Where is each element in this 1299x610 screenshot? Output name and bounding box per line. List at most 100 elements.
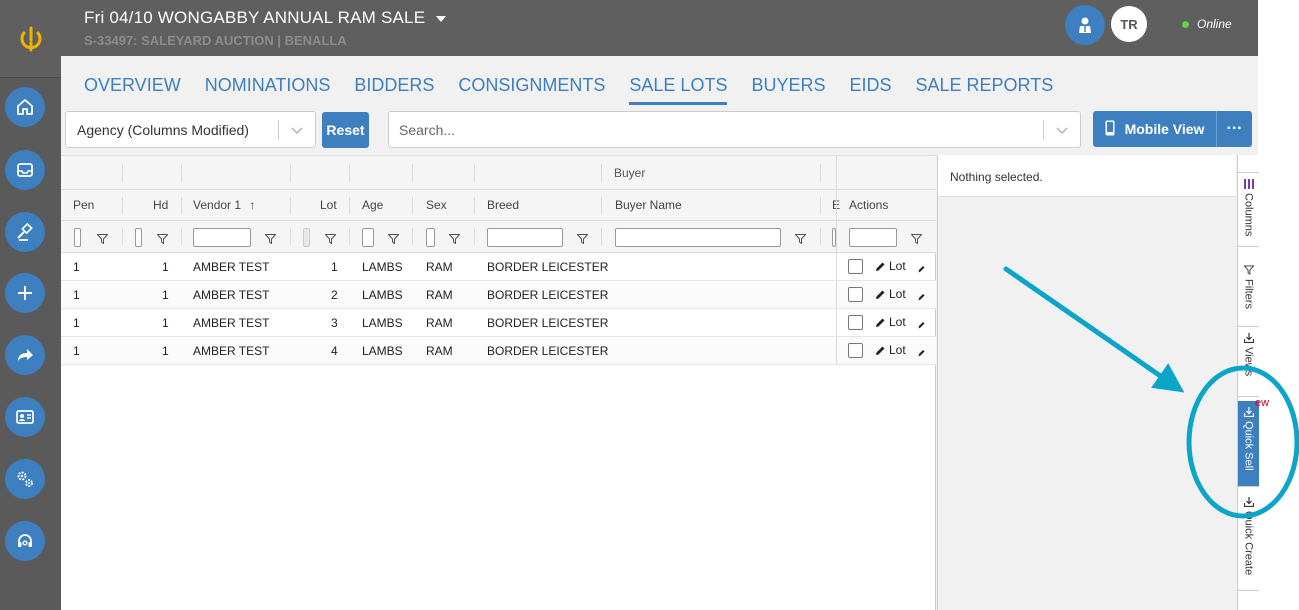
inbox-icon[interactable] xyxy=(5,150,45,190)
cell-age: LAMBS xyxy=(362,288,403,302)
header-breed[interactable]: Breed xyxy=(487,198,519,212)
age-filter-input[interactable] xyxy=(362,228,374,247)
filter-icon[interactable] xyxy=(910,231,923,249)
plus-icon[interactable] xyxy=(5,273,45,313)
cell-age: LAMBS xyxy=(362,344,403,358)
col-divider xyxy=(290,164,291,182)
settings-icon[interactable] xyxy=(5,459,45,499)
edit-lot-link[interactable]: Lot xyxy=(875,259,906,273)
pencil-icon[interactable] xyxy=(918,346,925,360)
more-options-button[interactable]: ··· xyxy=(1216,111,1252,147)
table-row[interactable]: 1 1 AMBER TEST 3 LAMBS RAM BORDER LEICES… xyxy=(61,309,936,337)
tab-bidders[interactable]: BIDDERS xyxy=(354,75,434,105)
filter-icon[interactable] xyxy=(794,231,807,249)
cell-lot: 1 xyxy=(331,260,338,274)
logo-icon[interactable] xyxy=(0,0,61,78)
support-icon[interactable] xyxy=(5,521,45,561)
side-tab-quick-sell[interactable]: Quick Sell xyxy=(1238,401,1259,487)
download-icon xyxy=(1243,497,1254,507)
tab-buyers[interactable]: BUYERS xyxy=(751,75,825,105)
filter-icon[interactable] xyxy=(96,231,109,249)
header-pen[interactable]: Pen xyxy=(73,198,94,212)
tab-sale-lots[interactable]: SALE LOTS xyxy=(629,75,728,105)
filter-icon[interactable] xyxy=(156,231,169,249)
side-tab-columns[interactable]: Columns xyxy=(1238,173,1259,247)
row-checkbox[interactable] xyxy=(848,259,863,274)
tab-nominations[interactable]: NOMINATIONS xyxy=(205,75,331,105)
side-tab-views[interactable]: Views xyxy=(1238,327,1259,397)
table-row[interactable]: 1 1 AMBER TEST 4 LAMBS RAM BORDER LEICES… xyxy=(61,337,936,365)
tab-consignments[interactable]: CONSIGNMENTS xyxy=(458,75,605,105)
left-rail xyxy=(0,0,61,610)
pinned-divider xyxy=(836,190,837,221)
tab-eids[interactable]: EIDS xyxy=(849,75,891,105)
table-row[interactable]: 1 1 AMBER TEST 1 LAMBS RAM BORDER LEICES… xyxy=(61,253,936,281)
row-checkbox[interactable] xyxy=(848,315,863,330)
chevron-down-icon[interactable] xyxy=(1055,123,1069,142)
edit-lot-label: Lot xyxy=(889,315,906,329)
row-checkbox[interactable] xyxy=(848,287,863,302)
header-buyer-name[interactable]: Buyer Name xyxy=(615,198,682,212)
cell-lot: 2 xyxy=(331,288,338,302)
id-card-icon[interactable] xyxy=(5,397,45,437)
filter-icon[interactable] xyxy=(264,231,277,249)
cell-hd: 1 xyxy=(162,316,169,330)
pencil-icon xyxy=(876,318,885,327)
download-icon xyxy=(1243,407,1254,417)
pencil-icon xyxy=(876,346,885,355)
edit-lot-link[interactable]: Lot xyxy=(875,343,906,357)
gavel-icon[interactable] xyxy=(5,212,45,252)
share-icon[interactable] xyxy=(5,335,45,375)
pencil-icon[interactable] xyxy=(918,290,925,304)
view-select[interactable]: Agency (Columns Modified) xyxy=(65,111,316,148)
filter-icon[interactable] xyxy=(387,231,400,249)
col-divider xyxy=(412,228,413,245)
cell-lot: 3 xyxy=(331,316,338,330)
hd-filter-input[interactable] xyxy=(135,228,142,247)
vendor-filter-input[interactable] xyxy=(193,228,251,247)
mobile-view-button[interactable]: Mobile View xyxy=(1093,111,1216,147)
table-row[interactable]: 1 1 AMBER TEST 2 LAMBS RAM BORDER LEICES… xyxy=(61,281,936,309)
col-divider xyxy=(412,164,413,182)
edit-lot-link[interactable]: Lot xyxy=(875,315,906,329)
tab-bar: OVERVIEW NOMINATIONS BIDDERS CONSIGNMENT… xyxy=(84,75,1053,105)
row-checkbox[interactable] xyxy=(848,343,863,358)
pinned-divider xyxy=(836,337,837,365)
filter-icon[interactable] xyxy=(576,231,589,249)
filter-icon[interactable] xyxy=(324,231,337,249)
col-divider xyxy=(290,228,291,245)
col-divider xyxy=(181,228,182,245)
header-age[interactable]: Age xyxy=(362,198,383,212)
header-lot[interactable]: Lot xyxy=(320,198,337,212)
col-divider xyxy=(122,164,123,182)
filter-icon[interactable] xyxy=(448,231,461,249)
breed-filter-input[interactable] xyxy=(487,228,563,247)
search-input[interactable] xyxy=(389,112,1029,147)
side-tab-quick-create[interactable]: Quick Create xyxy=(1238,491,1259,591)
pen-filter-input[interactable] xyxy=(74,228,81,247)
home-icon[interactable] xyxy=(5,87,45,127)
pencil-icon[interactable] xyxy=(918,318,925,332)
lot-filter-input[interactable] xyxy=(303,228,310,247)
edit-lot-link[interactable]: Lot xyxy=(875,287,906,301)
actions-filter-input[interactable] xyxy=(849,228,897,247)
cell-hd: 1 xyxy=(162,344,169,358)
search-divider xyxy=(1043,120,1044,140)
view-select-value: Agency (Columns Modified) xyxy=(77,121,249,138)
tab-overview[interactable]: OVERVIEW xyxy=(84,75,181,105)
header-hd[interactable]: Hd xyxy=(153,198,168,212)
agent-icon[interactable] xyxy=(1065,5,1105,45)
cell-vendor: AMBER TEST xyxy=(193,260,270,274)
header-vendor[interactable]: Vendor 1 ↑ xyxy=(193,198,255,212)
side-tab-filters[interactable]: Filters xyxy=(1238,259,1259,327)
search-box[interactable] xyxy=(388,111,1081,148)
avatar[interactable]: TR xyxy=(1111,6,1147,42)
tab-sale-reports[interactable]: SALE REPORTS xyxy=(916,75,1054,105)
buyer-name-filter-input[interactable] xyxy=(615,228,781,247)
reset-button[interactable]: Reset xyxy=(322,112,369,148)
chevron-down-icon xyxy=(290,123,304,140)
sex-filter-input[interactable] xyxy=(426,228,435,247)
header-sex[interactable]: Sex xyxy=(426,198,447,212)
sale-selector[interactable]: Fri 04/10 WONGABBY ANNUAL RAM SALE xyxy=(84,8,447,28)
pencil-icon[interactable] xyxy=(918,262,925,276)
